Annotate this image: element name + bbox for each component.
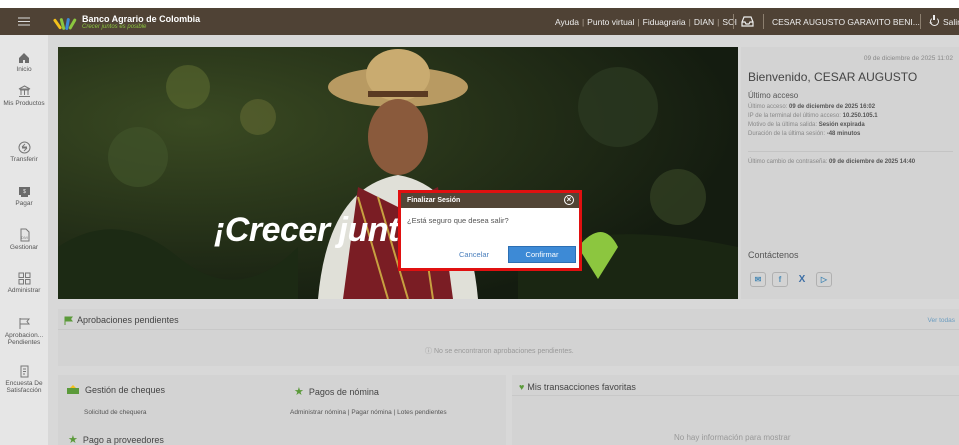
svg-text:$: $: [23, 189, 26, 195]
cheques-title: Gestión de cheques: [66, 385, 165, 395]
sidebar-item-transferir[interactable]: Transferir: [0, 141, 48, 163]
sidebar-item-label: Inicio: [16, 66, 32, 73]
user-name: CESAR AUGUSTO GARAVITO BENI...: [772, 16, 920, 27]
email-icon[interactable]: ✉: [750, 272, 766, 287]
cheque-icon: [67, 385, 79, 394]
payroll-admin-link[interactable]: Administrar nómina: [290, 409, 346, 416]
divider: [920, 14, 921, 29]
logout-modal: Finalizar Sesión × ¿Está seguro que dese…: [398, 190, 582, 271]
sidebar-item-mis-productos[interactable]: Mis Productos: [0, 85, 48, 107]
sidebar-item-label: Pagar: [15, 200, 33, 207]
divider: [733, 14, 734, 29]
link-fiduagraria[interactable]: Fiduagraria: [643, 17, 686, 27]
logout-button[interactable]: Salir: [930, 8, 959, 35]
flag-icon: [19, 318, 30, 329]
welcome-panel: 09 de diciembre de 2025 11:02 Bienvenido…: [741, 47, 959, 299]
payroll-pay-link[interactable]: Pagar nómina: [351, 409, 391, 416]
sidebar: Inicio Mis Productos Transferir $ Pagar …: [0, 35, 48, 445]
sidebar-item-encuesta[interactable]: Encuesta De Satisfacción: [0, 365, 48, 394]
favorites-section: ♥ Mis transacciones favoritas No hay inf…: [512, 375, 959, 445]
welcome-title: Bienvenido, CESAR AUGUSTO: [748, 70, 918, 84]
payroll-title: ★ Pagos de nómina: [294, 386, 379, 398]
svg-text:DIVI: DIVI: [21, 236, 28, 240]
confirm-button[interactable]: Confirmar: [508, 246, 576, 263]
link-dian[interactable]: DIAN: [694, 17, 714, 27]
close-icon[interactable]: ×: [564, 195, 574, 205]
sidebar-item-administrar[interactable]: Administrar: [0, 272, 48, 294]
contact-title: Contáctenos: [748, 250, 799, 260]
flag-icon: [64, 316, 73, 325]
power-icon: [930, 15, 939, 26]
manage-icon: DIVI: [20, 228, 29, 242]
star-icon: ★: [68, 434, 78, 445]
password-change-line: Último cambio de contraseña: 09 de dicie…: [748, 159, 916, 165]
modal-title: Finalizar Sesión: [407, 197, 461, 204]
youtube-icon[interactable]: ▷: [816, 272, 832, 287]
last-ip-line: IP de la terminal del último acceso: 10.…: [748, 113, 878, 119]
sidebar-item-label: Transferir: [10, 156, 38, 163]
transfer-icon: [18, 141, 30, 154]
modal-header: Finalizar Sesión ×: [401, 193, 579, 208]
current-date: 09 de diciembre de 2025 11:02: [863, 55, 953, 62]
approvals-empty-message: ⓘ No se encontraron aprobaciones pendien…: [425, 348, 574, 355]
divider: [512, 395, 959, 396]
sidebar-item-gestionar[interactable]: DIVI Gestionar: [0, 228, 48, 251]
bank-name: Banco Agrario de Colombia: [82, 13, 201, 24]
services-section: Gestión de cheques Solicitud de chequera…: [58, 375, 506, 445]
top-links: Ayuda | Punto virtual | Fiduagraria | DIAN |…: [555, 16, 738, 27]
favorites-empty-message: No hay información para mostrar: [674, 433, 791, 442]
admin-icon: [18, 272, 30, 285]
modal-message: ¿Está seguro que desea salir?: [407, 216, 509, 225]
favorites-title: ♥ Mis transacciones favoritas: [519, 382, 636, 392]
logout-label: Salir: [943, 16, 959, 27]
last-access-title: Último acceso: [748, 91, 799, 100]
bank-logo[interactable]: Banco Agrario de Colombia Crecer juntos …: [52, 13, 201, 30]
divider: [58, 329, 959, 330]
user-menu[interactable]: CESAR AUGUSTO GARAVITO BENI... ⌄: [772, 8, 934, 35]
logo-mark-icon: [52, 14, 77, 30]
bank-slogan: Crecer juntos es posible: [82, 23, 147, 30]
sidebar-item-label: Administrar: [7, 287, 41, 294]
payroll-links: Administrar nómina | Pagar nómina | Lote…: [290, 409, 447, 416]
approvals-section: Aprobaciones pendientes Ver todas ⓘ No s…: [58, 309, 959, 366]
divider: [763, 14, 764, 29]
top-bar: Banco Agrario de Colombia Crecer juntos …: [0, 8, 959, 35]
suppliers-title: ★ Pago a proveedores: [68, 434, 164, 445]
modal-footer: Cancelar Confirmar: [401, 246, 579, 263]
link-soi[interactable]: SOI: [722, 17, 737, 27]
pay-icon: $: [18, 187, 30, 197]
menu-icon[interactable]: [0, 8, 48, 35]
sidebar-item-label: Mis Productos: [3, 100, 45, 107]
link-punto-virtual[interactable]: Punto virtual: [587, 17, 634, 27]
view-all-link[interactable]: Ver todas: [928, 317, 955, 324]
sidebar-item-inicio[interactable]: Inicio: [0, 52, 48, 73]
last-access-line: Último acceso: 09 de diciembre de 2025 1…: [748, 104, 876, 110]
banner-headline: ¡Crecer junto: [214, 211, 420, 249]
cancel-button[interactable]: Cancelar: [440, 250, 508, 259]
approvals-title: Aprobaciones pendientes: [64, 315, 179, 325]
survey-icon: [20, 365, 28, 378]
link-ayuda[interactable]: Ayuda: [555, 17, 579, 27]
sidebar-item-label: Gestionar: [9, 244, 39, 251]
last-session-duration-line: Duración de la última sesión: -48 minuto…: [748, 131, 861, 137]
sidebar-item-label: Encuesta De Satisfacción: [5, 380, 43, 394]
x-twitter-icon[interactable]: X: [794, 272, 810, 287]
sidebar-item-label: Aprobacion... Pendientes: [4, 332, 44, 346]
last-exit-reason-line: Motivo de la última salida: Sesión expir…: [748, 122, 865, 128]
home-icon: [19, 53, 29, 63]
sidebar-item-aprobaciones[interactable]: Aprobacion... Pendientes: [0, 317, 48, 346]
payroll-pending-link[interactable]: Lotes pendientes: [397, 409, 447, 416]
heart-icon: ♥: [519, 382, 525, 392]
divider: [748, 151, 953, 152]
cheque-request-link[interactable]: Solicitud de chequera: [84, 409, 147, 416]
sidebar-item-pagar[interactable]: $ Pagar: [0, 185, 48, 207]
bank-icon: [18, 85, 30, 97]
facebook-icon[interactable]: f: [772, 272, 788, 287]
star-icon: ★: [294, 386, 304, 398]
inbox-icon[interactable]: [741, 15, 754, 27]
